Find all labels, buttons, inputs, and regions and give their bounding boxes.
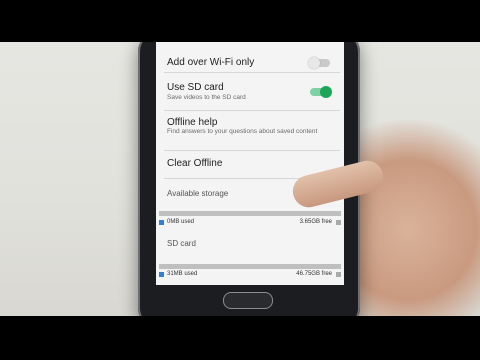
sd-storage-legend: 31MB used 46.75GB free xyxy=(159,271,341,280)
available-storage-label: Available storage xyxy=(167,189,229,198)
used-marker-icon xyxy=(159,272,164,277)
letterbox-top xyxy=(0,0,480,42)
phone-screen: Add over Wi-Fi only Use SD card Save vid… xyxy=(156,42,344,285)
setting-subtitle: Save videos to the SD card xyxy=(167,94,246,101)
internal-free: 3.65GB free xyxy=(299,219,332,225)
setting-offline-help[interactable]: Offline help Find answers to your questi… xyxy=(156,111,344,149)
use-sd-card-toggle[interactable] xyxy=(310,86,332,98)
internal-used: 0MB used xyxy=(167,219,195,225)
sd-storage-bar xyxy=(159,264,341,269)
setting-title: Clear Offline xyxy=(167,158,223,169)
setting-subtitle: Find answers to your questions about sav… xyxy=(167,128,318,135)
video-frame: Add over Wi-Fi only Use SD card Save vid… xyxy=(0,0,480,360)
setting-wifi-only[interactable]: Add over Wi-Fi only xyxy=(156,42,344,70)
used-marker-icon xyxy=(159,220,164,225)
letterbox-bottom xyxy=(0,316,480,360)
internal-storage-bar xyxy=(159,211,341,216)
sd-free: 46.75GB free xyxy=(296,271,332,277)
sd-card-label: SD card xyxy=(167,239,196,248)
internal-storage-legend: 0MB used 3.65GB free xyxy=(159,219,341,228)
free-marker-icon xyxy=(336,272,341,277)
home-button[interactable] xyxy=(223,292,273,309)
wifi-only-toggle[interactable] xyxy=(308,57,330,69)
setting-title: Use SD card xyxy=(167,82,224,93)
setting-title: Add over Wi-Fi only xyxy=(167,57,255,68)
setting-use-sd-card[interactable]: Use SD card Save videos to the SD card xyxy=(156,73,344,109)
setting-title: Offline help xyxy=(167,117,218,128)
sd-used: 31MB used xyxy=(167,271,198,277)
free-marker-icon xyxy=(336,220,341,225)
